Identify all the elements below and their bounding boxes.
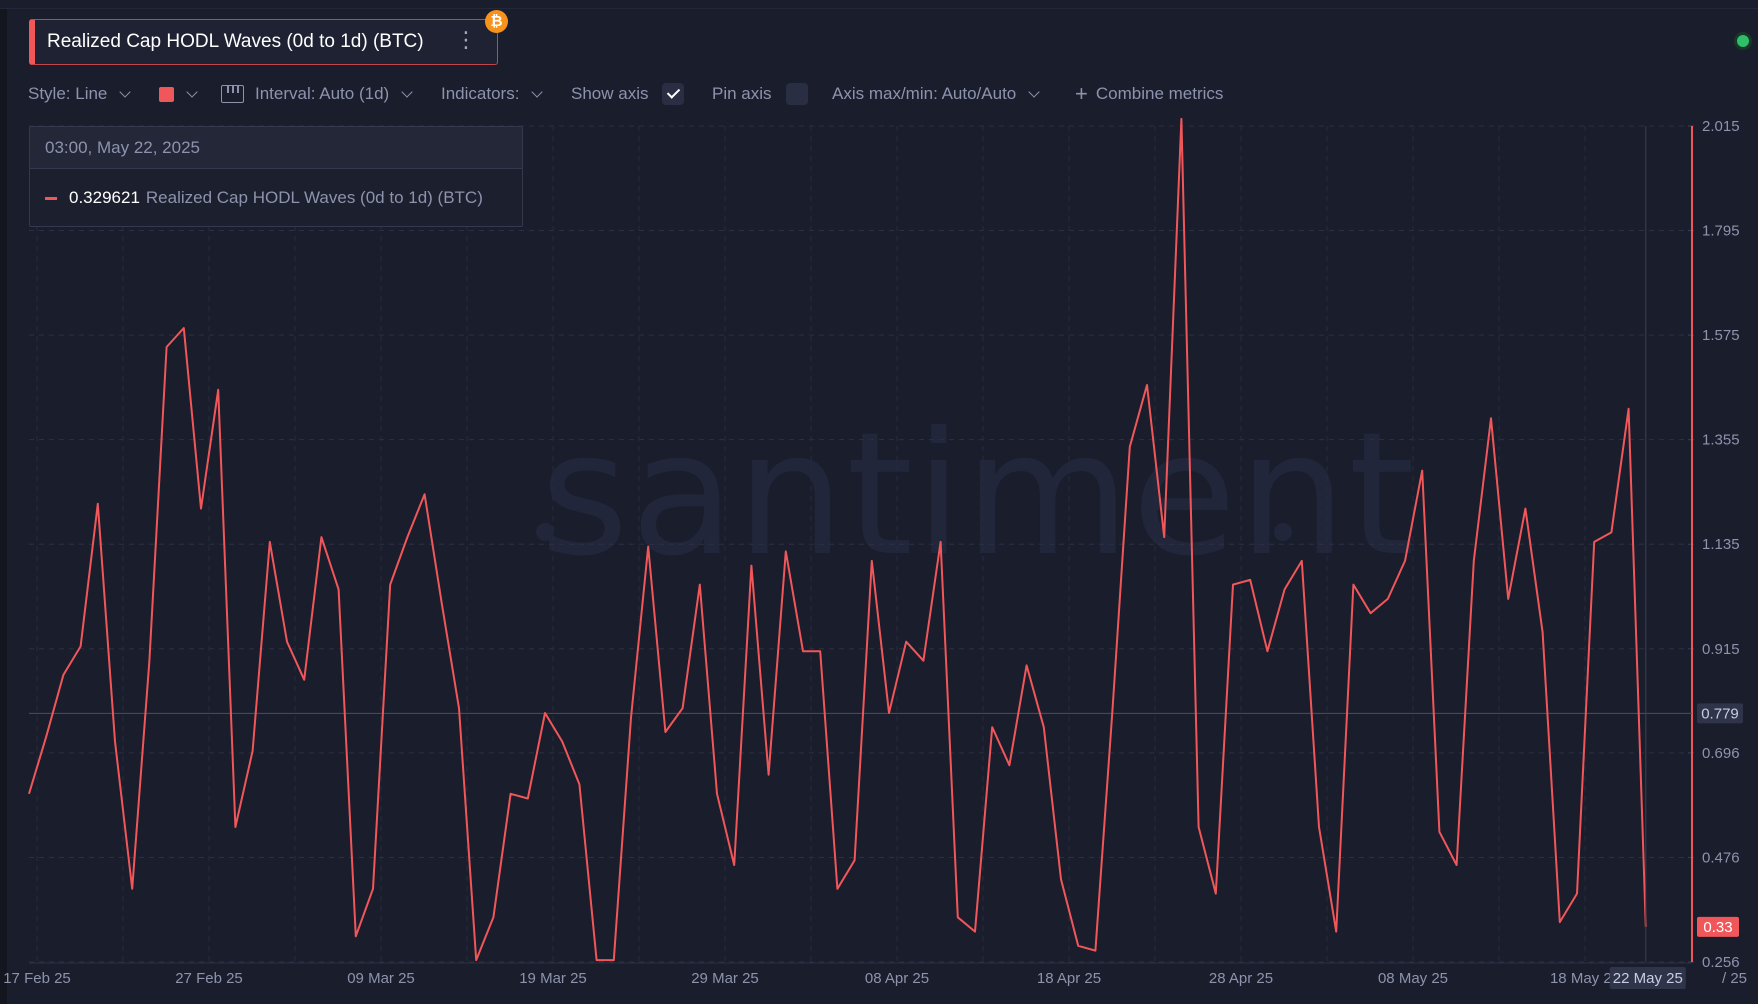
- last-value-label: 0.33: [1703, 919, 1732, 936]
- hover-y-label: 0.779: [1701, 705, 1739, 722]
- chevron-down-icon: [1028, 85, 1040, 98]
- style-dropdown[interactable]: Style: Line: [28, 80, 132, 108]
- color-swatch: [159, 86, 174, 102]
- interval-dropdown[interactable]: Interval: Auto (1d): [221, 80, 413, 108]
- y-tick-label: 0.476: [1702, 849, 1740, 866]
- y-tick-label: 1.575: [1702, 327, 1740, 344]
- axis-maxmin-dropdown[interactable]: Axis max/min: Auto/Auto: [832, 80, 1040, 108]
- x-tick-label: 09 Mar 25: [347, 970, 415, 987]
- pin-axis-toggle[interactable]: Pin axis: [712, 80, 808, 108]
- y-tick-label: 1.795: [1702, 223, 1740, 240]
- style-label: Style: Line: [28, 84, 108, 103]
- tooltip-series-row: 0.329621 Realized Cap HODL Waves (0d to …: [30, 169, 522, 227]
- series-line: [28, 117, 1647, 962]
- x-tick-label: 28 Apr 25: [1209, 970, 1273, 987]
- crosshair-date-label: 22 May 25: [1613, 970, 1683, 987]
- x-tick-label: 19 Mar 25: [519, 970, 587, 987]
- chart-toolbar: Style: Line Interval: Auto (1d) Indicato…: [28, 80, 1528, 108]
- vertical-dots-icon[interactable]: ⋮: [455, 29, 477, 51]
- metric-title: Realized Cap HODL Waves (0d to 1d) (BTC): [47, 31, 424, 52]
- chevron-down-icon: [186, 85, 198, 98]
- x-tick-label: 17 Feb 25: [3, 970, 71, 987]
- color-picker[interactable]: [159, 80, 198, 108]
- bitcoin-icon: ₿: [485, 10, 508, 33]
- metric-chip[interactable]: Realized Cap HODL Waves (0d to 1d) (BTC)…: [29, 19, 498, 65]
- axis-maxmin-label: Axis max/min: Auto/Auto: [832, 84, 1017, 103]
- pin-axis-label: Pin axis: [712, 84, 772, 103]
- ruler-icon: [221, 85, 244, 103]
- status-dot-icon: [1734, 32, 1752, 50]
- pin-axis-checkbox[interactable]: [785, 83, 808, 105]
- indicators-label: Indicators:: [441, 84, 520, 103]
- indicators-dropdown[interactable]: Indicators:: [441, 80, 544, 108]
- chevron-down-icon: [119, 85, 132, 98]
- series-color-dash: [45, 196, 57, 200]
- tooltip-series-name: Realized Cap HODL Waves (0d to 1d) (BTC): [145, 188, 483, 207]
- combine-label: Combine metrics: [1095, 84, 1224, 103]
- plus-icon: +: [1075, 81, 1088, 106]
- y-tick-label: 0.696: [1702, 745, 1740, 762]
- tooltip-value: 0.329621: [69, 188, 140, 207]
- tooltip-date: 03:00, May 22, 2025: [30, 127, 522, 169]
- chevron-down-icon: [401, 85, 413, 98]
- x-tick-label: 08 May 25: [1378, 970, 1448, 987]
- y-tick-label: 1.135: [1702, 536, 1740, 553]
- y-tick-label: 2.015: [1702, 118, 1740, 135]
- x-tick-label: 08 Apr 25: [865, 970, 929, 987]
- hover-tooltip: 03:00, May 22, 2025 0.329621 Realized Ca…: [29, 126, 523, 227]
- x-tick-label: 29 Mar 25: [691, 970, 759, 987]
- interval-label: Interval: Auto (1d): [255, 84, 390, 103]
- x-tick-label: 18 Apr 25: [1037, 970, 1101, 987]
- y-tick-label: 1.355: [1702, 432, 1740, 449]
- x-tick-label-partial: / 25: [1722, 970, 1747, 987]
- show-axis-label: Show axis: [571, 84, 649, 103]
- y-tick-label: 0.256: [1702, 954, 1740, 971]
- show-axis-toggle[interactable]: Show axis: [571, 80, 685, 108]
- combine-metrics-button[interactable]: + Combine metrics: [1075, 80, 1223, 108]
- x-tick-label: 27 Feb 25: [175, 970, 243, 987]
- chevron-down-icon: [531, 85, 544, 98]
- y-tick-label: 0.915: [1702, 641, 1740, 658]
- show-axis-checkbox[interactable]: [662, 83, 685, 105]
- x-tick-label: 18 May 25: [1550, 970, 1620, 987]
